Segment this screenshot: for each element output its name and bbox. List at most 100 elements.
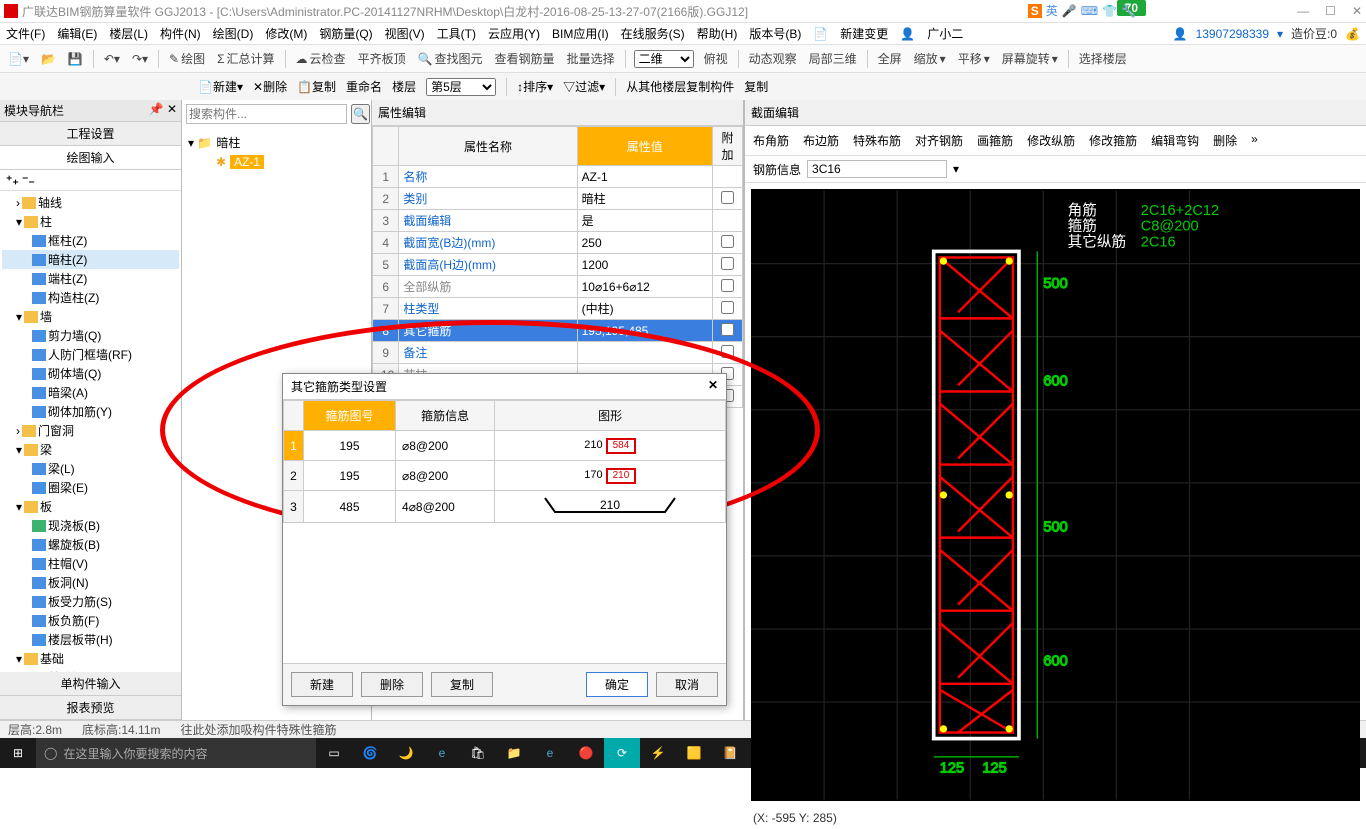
tb-rotate[interactable]: 屏幕旋转▾	[1000, 50, 1060, 67]
component-item[interactable]: ✱ AZ-1	[186, 153, 367, 171]
menu-rebar[interactable]: 钢筋量(Q)	[319, 25, 372, 42]
ct-filter[interactable]: ▽过滤▾	[563, 78, 605, 95]
tree-item[interactable]: 螺旋板(B)	[2, 535, 179, 554]
menu-bim[interactable]: BIM应用(I)	[552, 25, 609, 42]
tree-item[interactable]: 板洞(N)	[2, 573, 179, 592]
tb-redo-icon[interactable]: ↷▾	[130, 52, 150, 66]
tree-item[interactable]: 板受力筋(S)	[2, 592, 179, 611]
ct-sort[interactable]: ↕排序▾	[517, 78, 553, 95]
dialog-delete-button[interactable]: 删除	[361, 672, 423, 697]
menu-tools[interactable]: 工具(T)	[437, 25, 476, 42]
tb-orbit[interactable]: 动态观察	[747, 50, 799, 67]
tb-save-icon[interactable]: 💾	[66, 52, 85, 66]
dialog-copy-button[interactable]: 复制	[431, 672, 493, 697]
sogou-lang[interactable]: 英	[1046, 2, 1058, 19]
tab-more-icon[interactable]: »	[1251, 132, 1258, 149]
tab-edge[interactable]: 布边筋	[803, 132, 839, 149]
property-row[interactable]: 9备注	[373, 342, 743, 364]
prop-extra-checkbox[interactable]	[721, 323, 734, 336]
nav-close-icon[interactable]: ✕	[167, 102, 177, 116]
ct-floor-select[interactable]: 第5层	[426, 78, 496, 96]
tree-item[interactable]: ▾ 梁	[2, 440, 179, 459]
menu-draw[interactable]: 绘图(D)	[213, 25, 254, 42]
tb-sum[interactable]: Σ 汇总计算	[215, 50, 276, 67]
tree-item[interactable]: ▾ 柱	[2, 212, 179, 231]
prop-extra-checkbox[interactable]	[721, 345, 734, 358]
tb-draw[interactable]: ✎绘图	[167, 50, 207, 67]
tab-delete[interactable]: 删除	[1213, 132, 1237, 149]
rebar-info-dropdown-icon[interactable]: ▾	[953, 162, 959, 176]
menu-new-change[interactable]: 新建变更	[840, 25, 888, 42]
component-search-button[interactable]: 🔍	[351, 104, 370, 124]
menu-help[interactable]: 帮助(H)	[697, 25, 738, 42]
app-icon-5[interactable]: 🟨	[676, 738, 712, 768]
menu-online[interactable]: 在线服务(S)	[621, 25, 685, 42]
close-button[interactable]: ✕	[1352, 4, 1362, 18]
menu-component[interactable]: 构件(N)	[160, 25, 201, 42]
tree-item[interactable]: 暗梁(A)	[2, 383, 179, 402]
chrome-icon[interactable]: 🔴	[568, 738, 604, 768]
ct-new[interactable]: 📄新建▾	[198, 78, 243, 95]
menu-floor[interactable]: 楼层(L)	[109, 25, 148, 42]
tb-new-icon[interactable]: 📄▾	[6, 52, 31, 66]
tb-undo-icon[interactable]: ↶▾	[102, 52, 122, 66]
dialog-row[interactable]: 2195⌀8@200170 210	[284, 461, 726, 491]
tree-item[interactable]: › 轴线	[2, 193, 179, 212]
property-row[interactable]: 6全部纵筋10⌀16+6⌀12	[373, 276, 743, 298]
nav-tab-project[interactable]: 工程设置	[0, 122, 181, 146]
tb-select-floor[interactable]: 选择楼层	[1077, 50, 1129, 67]
nav-tab-single[interactable]: 单构件输入	[0, 672, 181, 696]
ct-rename[interactable]: 重命名	[346, 78, 382, 95]
tb-cloud-check[interactable]: ☁云检查	[294, 50, 348, 67]
menu-cloud[interactable]: 云应用(Y)	[488, 25, 540, 42]
tree-item[interactable]: 砌体加筋(Y)	[2, 402, 179, 421]
menu-file[interactable]: 文件(F)	[6, 25, 45, 42]
dialog-row[interactable]: 1195⌀8@200210 584	[284, 431, 726, 461]
tree-item[interactable]: 柱帽(V)	[2, 554, 179, 573]
dialog-close-button[interactable]: ✕	[708, 378, 718, 395]
task-view-icon[interactable]: ▭	[316, 738, 352, 768]
tb-batch-select[interactable]: 批量选择	[565, 50, 617, 67]
app-icon-2[interactable]: 🌙	[388, 738, 424, 768]
property-row[interactable]: 2类别暗柱	[373, 188, 743, 210]
tb-align-top[interactable]: 平齐板顶	[356, 50, 408, 67]
sogou-mic-icon[interactable]: 🎤	[1062, 4, 1077, 18]
prop-extra-checkbox[interactable]	[721, 235, 734, 248]
tree-item[interactable]: 砌体墙(Q)	[2, 364, 179, 383]
tb-fullscreen[interactable]: 全屏	[876, 50, 904, 67]
rebar-info-input[interactable]	[807, 160, 947, 178]
app-icon-4[interactable]: ⚡	[640, 738, 676, 768]
ct-copy[interactable]: 📋复制	[297, 78, 336, 95]
app-icon-6[interactable]: 📔	[712, 738, 748, 768]
tree-item[interactable]: ▾ 基础	[2, 649, 179, 668]
ct-delete[interactable]: ✕删除	[253, 78, 287, 95]
tab-hoop[interactable]: 画箍筋	[977, 132, 1013, 149]
prop-extra-checkbox[interactable]	[721, 301, 734, 314]
menu-version[interactable]: 版本号(B)	[749, 25, 801, 42]
tree-item[interactable]: 现浇板(B)	[2, 516, 179, 535]
tree-item[interactable]: 构造柱(Z)	[2, 288, 179, 307]
tb-find[interactable]: 🔍查找图元	[416, 50, 485, 67]
ct-copy2[interactable]: 复制	[744, 78, 768, 95]
property-row[interactable]: 1名称AZ-1	[373, 166, 743, 188]
tab-align[interactable]: 对齐钢筋	[915, 132, 963, 149]
minimize-button[interactable]: —	[1297, 4, 1309, 18]
nav-expand-collapse[interactable]: ⁺₊ ⁻₋	[0, 170, 181, 191]
tree-item[interactable]: 圈梁(E)	[2, 478, 179, 497]
prop-extra-checkbox[interactable]	[721, 279, 734, 292]
tab-corner[interactable]: 布角筋	[753, 132, 789, 149]
property-row[interactable]: 7柱类型(中柱)	[373, 298, 743, 320]
tree-item[interactable]: 楼层板带(H)	[2, 630, 179, 649]
tb-zoom[interactable]: 缩放▾	[912, 50, 948, 67]
tree-item[interactable]: 暗柱(Z)	[2, 250, 179, 269]
start-button[interactable]: ⊞	[0, 738, 36, 768]
dialog-cancel-button[interactable]: 取消	[656, 672, 718, 697]
section-canvas[interactable]: 500 600 500 600 125 125 角筋 箍筋 其它纵筋 2C16+…	[751, 189, 1360, 801]
dialog-new-button[interactable]: 新建	[291, 672, 353, 697]
app-icon-1[interactable]: 🌀	[352, 738, 388, 768]
tb-top-view[interactable]: 俯视	[702, 50, 730, 67]
user-name[interactable]: 广小二	[927, 25, 963, 42]
tree-item[interactable]: ▾ 墙	[2, 307, 179, 326]
component-search-input[interactable]	[186, 104, 347, 124]
nav-tab-draw[interactable]: 绘图输入	[0, 146, 181, 170]
